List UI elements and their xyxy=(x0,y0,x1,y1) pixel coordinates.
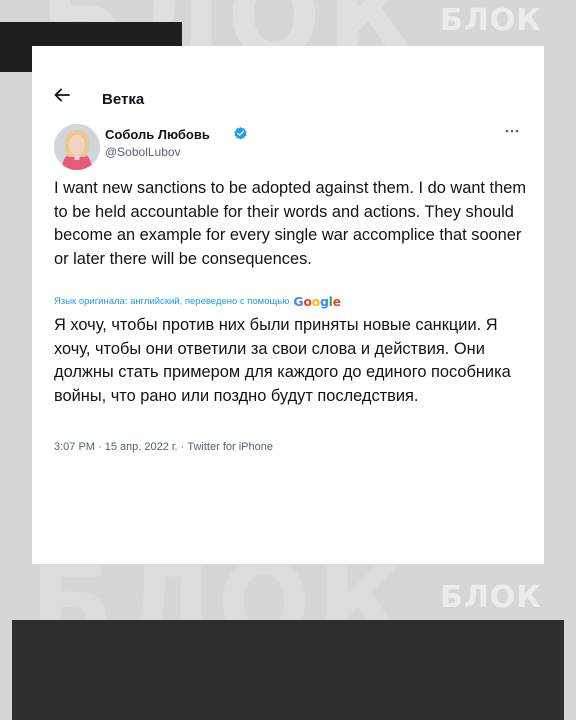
tweet-translated-text: Я хочу, чтобы против них были приняты но… xyxy=(54,316,511,405)
avatar-image xyxy=(54,124,100,170)
google-letter-o2: o xyxy=(311,293,321,309)
tweet-card: Ветка Соболь Любовь @SobolLubov I want n… xyxy=(32,46,544,564)
more-horizontal-icon[interactable] xyxy=(505,128,519,134)
google-letter-o1: o xyxy=(303,293,312,309)
author-name[interactable]: Соболь Любовь xyxy=(105,127,210,142)
tweet-timestamp[interactable]: 3:07 PM · 15 апр. 2022 г. · Twitter for … xyxy=(54,441,273,453)
author-handle[interactable]: @SobolLubov xyxy=(105,145,181,159)
google-letter-g2: g xyxy=(319,293,329,309)
page-title: Ветка xyxy=(102,91,145,108)
decorative-block-bottom xyxy=(12,620,564,720)
google-logo: Google xyxy=(293,293,341,309)
avatar[interactable] xyxy=(54,124,100,170)
watermark-logo-middle: БЛОК xyxy=(440,580,542,615)
watermark-logo-top: БЛОК xyxy=(440,3,542,38)
google-letter-g1: G xyxy=(293,293,304,309)
verified-badge-icon xyxy=(234,126,247,140)
translation-note: Язык оригинала: английский, переведено с… xyxy=(54,293,341,309)
tweet-original-text: I want new sanctions to be adopted again… xyxy=(54,179,526,268)
translation-note-text: Язык оригинала: английский, переведено с… xyxy=(54,295,290,307)
arrow-left-icon[interactable] xyxy=(54,88,70,102)
thread-header: Ветка xyxy=(32,46,544,110)
google-letter-e: e xyxy=(332,293,341,309)
